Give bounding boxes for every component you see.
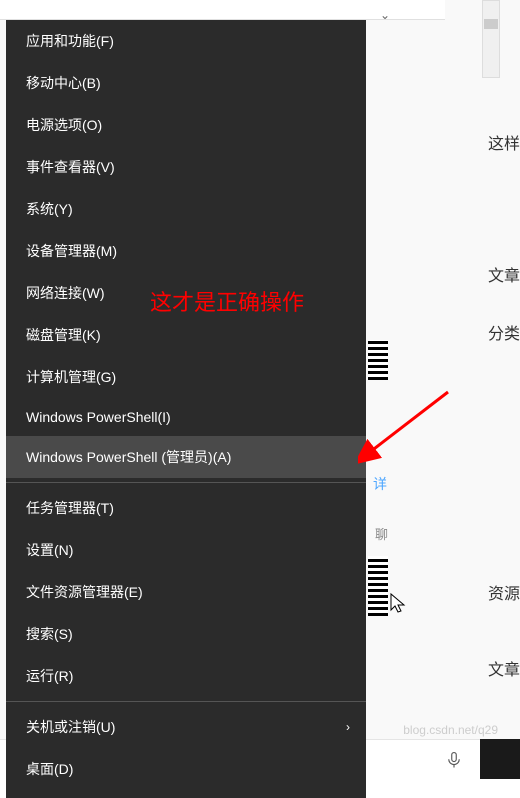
menu-item[interactable]: 计算机管理(G) [6, 356, 366, 398]
chevron-right-icon: › [346, 720, 350, 734]
menu-item[interactable]: 系统(Y) [6, 188, 366, 230]
menu-item[interactable]: 移动中心(B) [6, 62, 366, 104]
qr-fragment [368, 556, 388, 616]
menu-item-label: 事件查看器(V) [26, 159, 115, 175]
menu-separator [6, 482, 366, 483]
menu-item[interactable]: 桌面(D) [6, 748, 366, 790]
bg-text: 资源 [488, 580, 520, 604]
menu-item[interactable]: 电源选项(O) [6, 104, 366, 146]
menu-item[interactable]: Windows PowerShell (管理员)(A) [6, 436, 366, 478]
menu-item-label: 移动中心(B) [26, 75, 101, 91]
menu-item[interactable]: 运行(R) [6, 655, 366, 697]
menu-item[interactable]: 磁盘管理(K) [6, 314, 366, 356]
menu-item-label: 设备管理器(M) [26, 243, 117, 259]
bg-text: 这样 [488, 130, 520, 154]
menu-item-label: 电源选项(O) [26, 117, 102, 133]
menu-item-label: 磁盘管理(K) [26, 327, 101, 343]
menu-item[interactable]: 任务管理器(T) [6, 487, 366, 529]
menu-item-label: 系统(Y) [26, 201, 73, 217]
winx-context-menu: 应用和功能(F) 移动中心(B) 电源选项(O) 事件查看器(V) 系统(Y) 设备管理器… [6, 20, 366, 798]
menu-item[interactable]: 关机或注销(U) › [6, 706, 366, 748]
menu-item-label: 关机或注销(U) [26, 719, 115, 735]
menu-item[interactable]: 应用和功能(F) [6, 20, 366, 62]
menu-item-label: 桌面(D) [26, 761, 73, 777]
menu-item-label: 搜索(S) [26, 626, 73, 642]
menu-item-label: 应用和功能(F) [26, 33, 114, 49]
menu-item[interactable]: Windows PowerShell(I) [6, 398, 366, 436]
menu-item-label: 任务管理器(T) [26, 500, 114, 516]
bg-text: 文章 [488, 262, 520, 286]
qr-fragment [368, 340, 388, 380]
bg-text: 分类 [488, 320, 520, 344]
scrollbar-thumb[interactable] [484, 19, 498, 29]
menu-item-label: Windows PowerShell (管理员)(A) [26, 449, 231, 465]
menu-item[interactable]: 搜索(S) [6, 613, 366, 655]
menu-item[interactable]: 设置(N) [6, 529, 366, 571]
menu-item[interactable]: 事件查看器(V) [6, 146, 366, 188]
menu-item-label: Windows PowerShell(I) [26, 409, 171, 425]
taskbar-right-block[interactable] [480, 739, 520, 779]
menu-item-label: 运行(R) [26, 668, 73, 684]
bg-text: 聊 [375, 524, 388, 543]
watermark: blog.csdn.net/q29 [403, 723, 498, 737]
menu-item-label: 文件资源管理器(E) [26, 584, 143, 600]
annotation-text: 这才是正确操作 [150, 285, 304, 317]
scrollbar[interactable] [482, 0, 500, 78]
menu-item[interactable]: 设备管理器(M) [6, 230, 366, 272]
bg-text: 文章 [488, 656, 520, 680]
menu-separator [6, 701, 366, 702]
menu-item-label: 网络连接(W) [26, 285, 105, 301]
menu-item[interactable]: 文件资源管理器(E) [6, 571, 366, 613]
menu-item-label: 计算机管理(G) [26, 369, 116, 385]
browser-top-bar: ⌄ [0, 0, 445, 20]
bg-link[interactable]: 详 [373, 474, 387, 494]
microphone-icon[interactable] [445, 749, 465, 769]
chevron-down-icon[interactable]: ⌄ [380, 8, 390, 22]
menu-item-label: 设置(N) [26, 542, 73, 558]
